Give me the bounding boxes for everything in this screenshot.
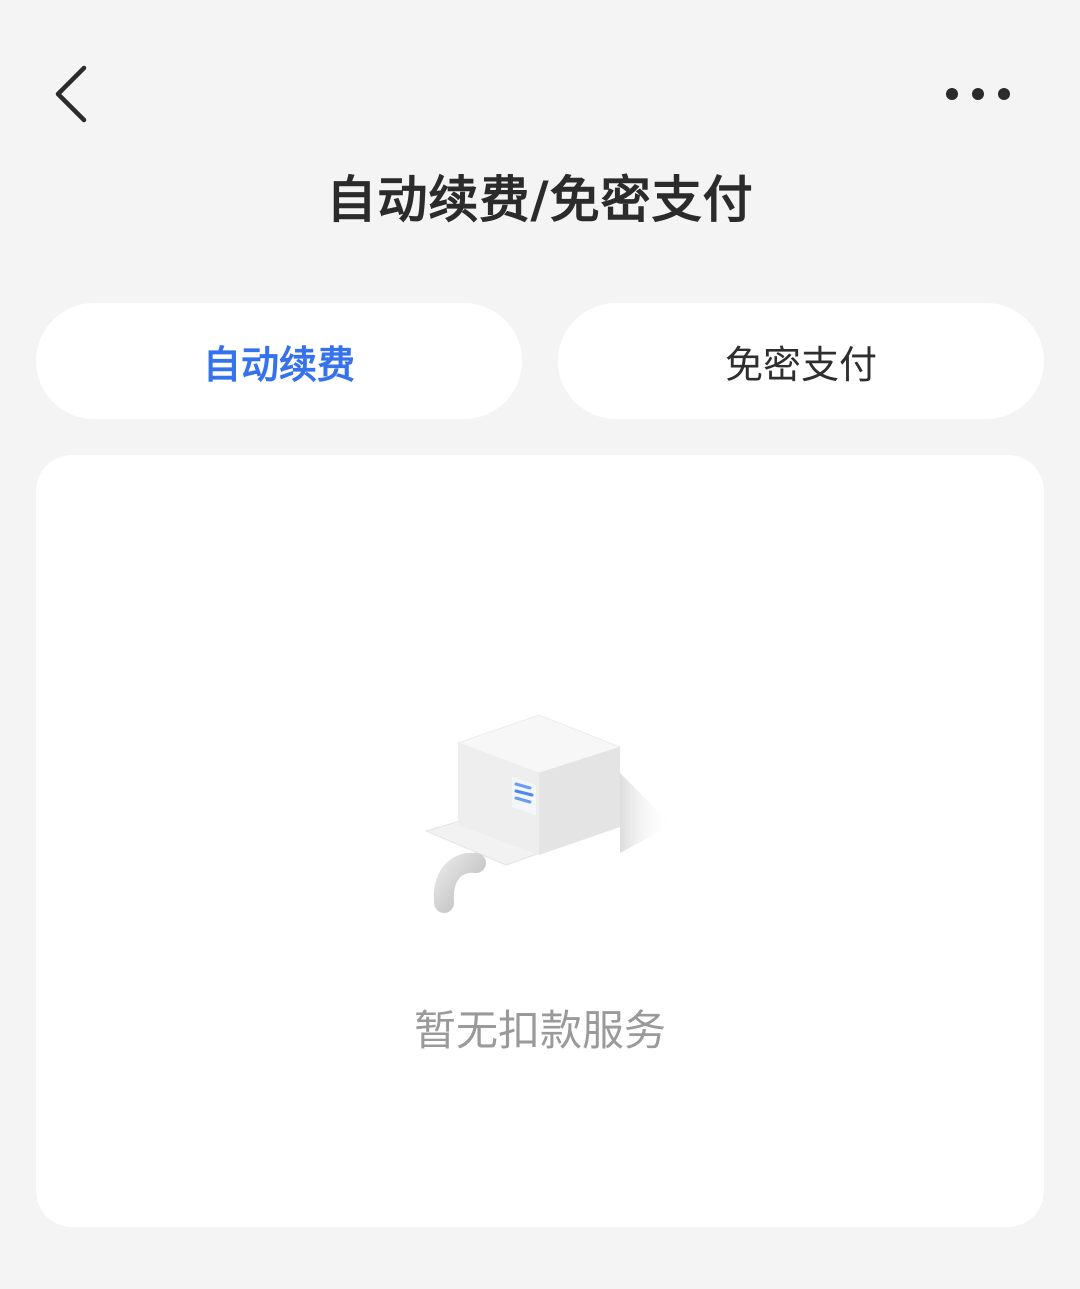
tab-auto-renewal[interactable]: 自动续费	[36, 303, 522, 419]
empty-state-message: 暂无扣款服务	[413, 1006, 666, 1055]
content-card: 暂无扣款服务	[36, 455, 1044, 1227]
back-button[interactable]	[40, 54, 104, 134]
chevron-left-icon	[55, 65, 87, 123]
tab-password-free-payment-label: 免密支付	[724, 342, 877, 387]
tab-password-free-payment[interactable]: 免密支付	[558, 303, 1044, 419]
more-horizontal-icon	[946, 88, 1010, 100]
empty-box-icon	[424, 714, 672, 913]
page-title: 自动续费/免密支付	[326, 171, 754, 229]
more-button[interactable]	[930, 64, 1026, 124]
tab-auto-renewal-label: 自动续费	[202, 342, 355, 387]
top-bar	[0, 0, 1080, 190]
